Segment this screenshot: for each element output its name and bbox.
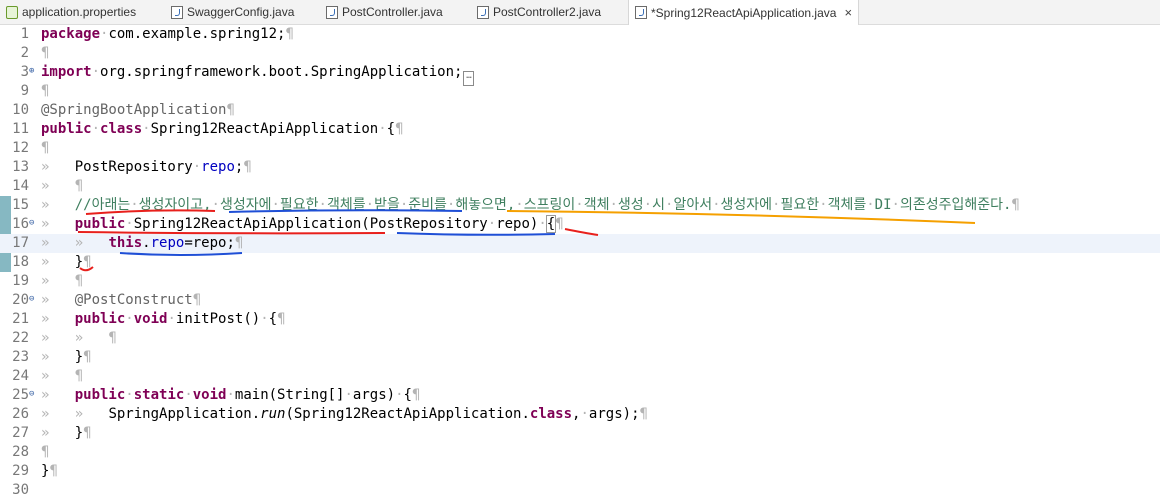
line-number: 25 — [12, 387, 29, 403]
line-number: 2 — [20, 45, 29, 61]
code-text: ¶ — [41, 444, 50, 460]
code-text: » ¶ — [41, 368, 84, 384]
code-text: }¶ — [41, 463, 58, 479]
line-number: 28 — [12, 444, 29, 460]
line-number: 16 — [12, 216, 29, 232]
line-number: 24 — [12, 368, 29, 384]
line-number: 1 — [20, 26, 29, 42]
line-number: 11 — [12, 121, 29, 137]
tab-label: *Spring12ReactApiApplication.java — [651, 5, 837, 20]
code-line-18[interactable]: 18 » }¶ — [0, 253, 1160, 272]
tab-swagger-config[interactable]: SwaggerConfig.java — [171, 0, 294, 24]
tab-label: SwaggerConfig.java — [187, 5, 295, 19]
properties-file-icon — [6, 5, 18, 19]
code-text: » public·Spring12ReactApiApplication(Pos… — [41, 215, 564, 233]
code-line-21[interactable]: 21 » public·void·initPost()·{¶ — [0, 310, 1160, 329]
code-text: ¶ — [41, 83, 50, 99]
code-text: » » this.repo=repo;¶ — [41, 235, 244, 251]
code-line-30[interactable]: 30 — [0, 481, 1160, 500]
line-number: 17 — [12, 235, 29, 251]
code-text: ¶ — [41, 140, 50, 156]
code-line-23[interactable]: 23 » }¶ — [0, 348, 1160, 367]
collapse-fold-icon[interactable]: ⊖ — [29, 389, 34, 399]
tab-post-controller[interactable]: PostController.java — [326, 0, 443, 24]
line-number: 3 — [20, 64, 29, 80]
line-number: 12 — [12, 140, 29, 156]
code-line-22[interactable]: 22 » » ¶ — [0, 329, 1160, 348]
line-number: 23 — [12, 349, 29, 365]
code-line-14[interactable]: 14 » ¶ — [0, 177, 1160, 196]
line-number: 14 — [12, 178, 29, 194]
close-icon[interactable]: × — [844, 5, 852, 20]
code-text: » //아래는·생성자이고,·생성자에·필요한·객체를·받을·준비를·해놓으면,… — [41, 197, 1020, 213]
code-text: public·class·Spring12ReactApiApplication… — [41, 121, 404, 137]
tab-label: PostController.java — [342, 5, 443, 19]
code-line-26[interactable]: 26 » » SpringApplication.run(Spring12Reac… — [0, 405, 1160, 424]
collapse-fold-icon[interactable]: ⊖ — [29, 218, 34, 228]
line-number: 18 — [12, 254, 29, 270]
code-line-25[interactable]: 25 ⊖ » public·static·void·main(String[]·ar… — [0, 386, 1160, 405]
line-number: 27 — [12, 425, 29, 441]
code-text: package·com.example.spring12;¶ — [41, 26, 294, 42]
code-line-9[interactable]: 9 ¶ — [0, 82, 1160, 101]
code-line-20[interactable]: 20 ⊖ » @PostConstruct¶ — [0, 291, 1160, 310]
code-line-11[interactable]: 11 public·class·Spring12ReactApiApplicati… — [0, 120, 1160, 139]
code-text: » PostRepository·repo;¶ — [41, 159, 252, 175]
code-text: » public·static·void·main(String[]·args)… — [41, 387, 421, 403]
code-line-13[interactable]: 13 » PostRepository·repo;¶ — [0, 158, 1160, 177]
code-editor[interactable]: 1 package·com.example.spring12;¶ 2 ¶ 3 ⊕ impor… — [0, 25, 1160, 501]
java-file-icon — [635, 6, 647, 19]
code-line-24[interactable]: 24 » ¶ — [0, 367, 1160, 386]
line-number: 22 — [12, 330, 29, 346]
java-file-icon — [477, 5, 489, 19]
code-line-19[interactable]: 19 » ¶ — [0, 272, 1160, 291]
code-text: @SpringBootApplication¶ — [41, 102, 235, 118]
line-number: 19 — [12, 273, 29, 289]
code-text: » ¶ — [41, 178, 84, 194]
code-text: » » SpringApplication.run(Spring12ReactA… — [41, 406, 648, 422]
line-number: 30 — [12, 482, 29, 498]
tab-label: application.properties — [22, 5, 137, 19]
code-line-3[interactable]: 3 ⊕ import·org.springframework.boot.Spring… — [0, 63, 1160, 86]
java-file-icon — [326, 5, 338, 19]
tab-label: PostController2.java — [493, 5, 602, 19]
code-line-12[interactable]: 12 ¶ — [0, 139, 1160, 158]
collapse-fold-icon[interactable]: ⊖ — [29, 294, 34, 304]
code-text: » » ¶ — [41, 330, 117, 346]
tab-spring12-react-api-application[interactable]: *Spring12ReactApiApplication.java × — [628, 0, 860, 25]
java-file-icon — [171, 5, 183, 19]
code-line-16[interactable]: 16 ⊖ » public·Spring12ReactApiApplication(… — [0, 215, 1160, 234]
code-line-17[interactable]: 17 » » this.repo=repo;¶ — [0, 234, 1160, 253]
code-text: » ¶ — [41, 273, 84, 289]
line-number: 26 — [12, 406, 29, 422]
line-number: 15 — [12, 197, 29, 213]
code-line-27[interactable]: 27 » }¶ — [0, 424, 1160, 443]
tab-post-controller2[interactable]: PostController2.java — [477, 0, 601, 24]
line-number: 21 — [12, 311, 29, 327]
line-number: 9 — [20, 83, 29, 99]
line-number: 13 — [12, 159, 29, 175]
code-text: » @PostConstruct¶ — [41, 292, 202, 308]
line-number: 20 — [12, 292, 29, 308]
line-number: 29 — [12, 463, 29, 479]
code-line-2[interactable]: 2 ¶ — [0, 44, 1160, 63]
code-text: » }¶ — [41, 425, 92, 441]
code-line-10[interactable]: 10 @SpringBootApplication¶ — [0, 101, 1160, 120]
code-line-1[interactable]: 1 package·com.example.spring12;¶ — [0, 25, 1160, 44]
code-line-15[interactable]: 15 » //아래는·생성자이고,·생성자에·필요한·객체를·받을·준비를·해놓으… — [0, 196, 1160, 215]
line-number: 10 — [12, 102, 29, 118]
code-line-28[interactable]: 28 ¶ — [0, 443, 1160, 462]
code-text: » }¶ — [41, 254, 92, 270]
code-text: » }¶ — [41, 349, 92, 365]
code-line-29[interactable]: 29 }¶ — [0, 462, 1160, 481]
expand-fold-icon[interactable]: ⊕ — [29, 66, 34, 76]
editor-tab-bar: application.properties SwaggerConfig.jav… — [0, 0, 1160, 25]
code-text: ¶ — [41, 45, 50, 61]
code-text: » public·void·initPost()·{¶ — [41, 311, 286, 327]
tab-application-properties[interactable]: application.properties — [6, 0, 136, 24]
